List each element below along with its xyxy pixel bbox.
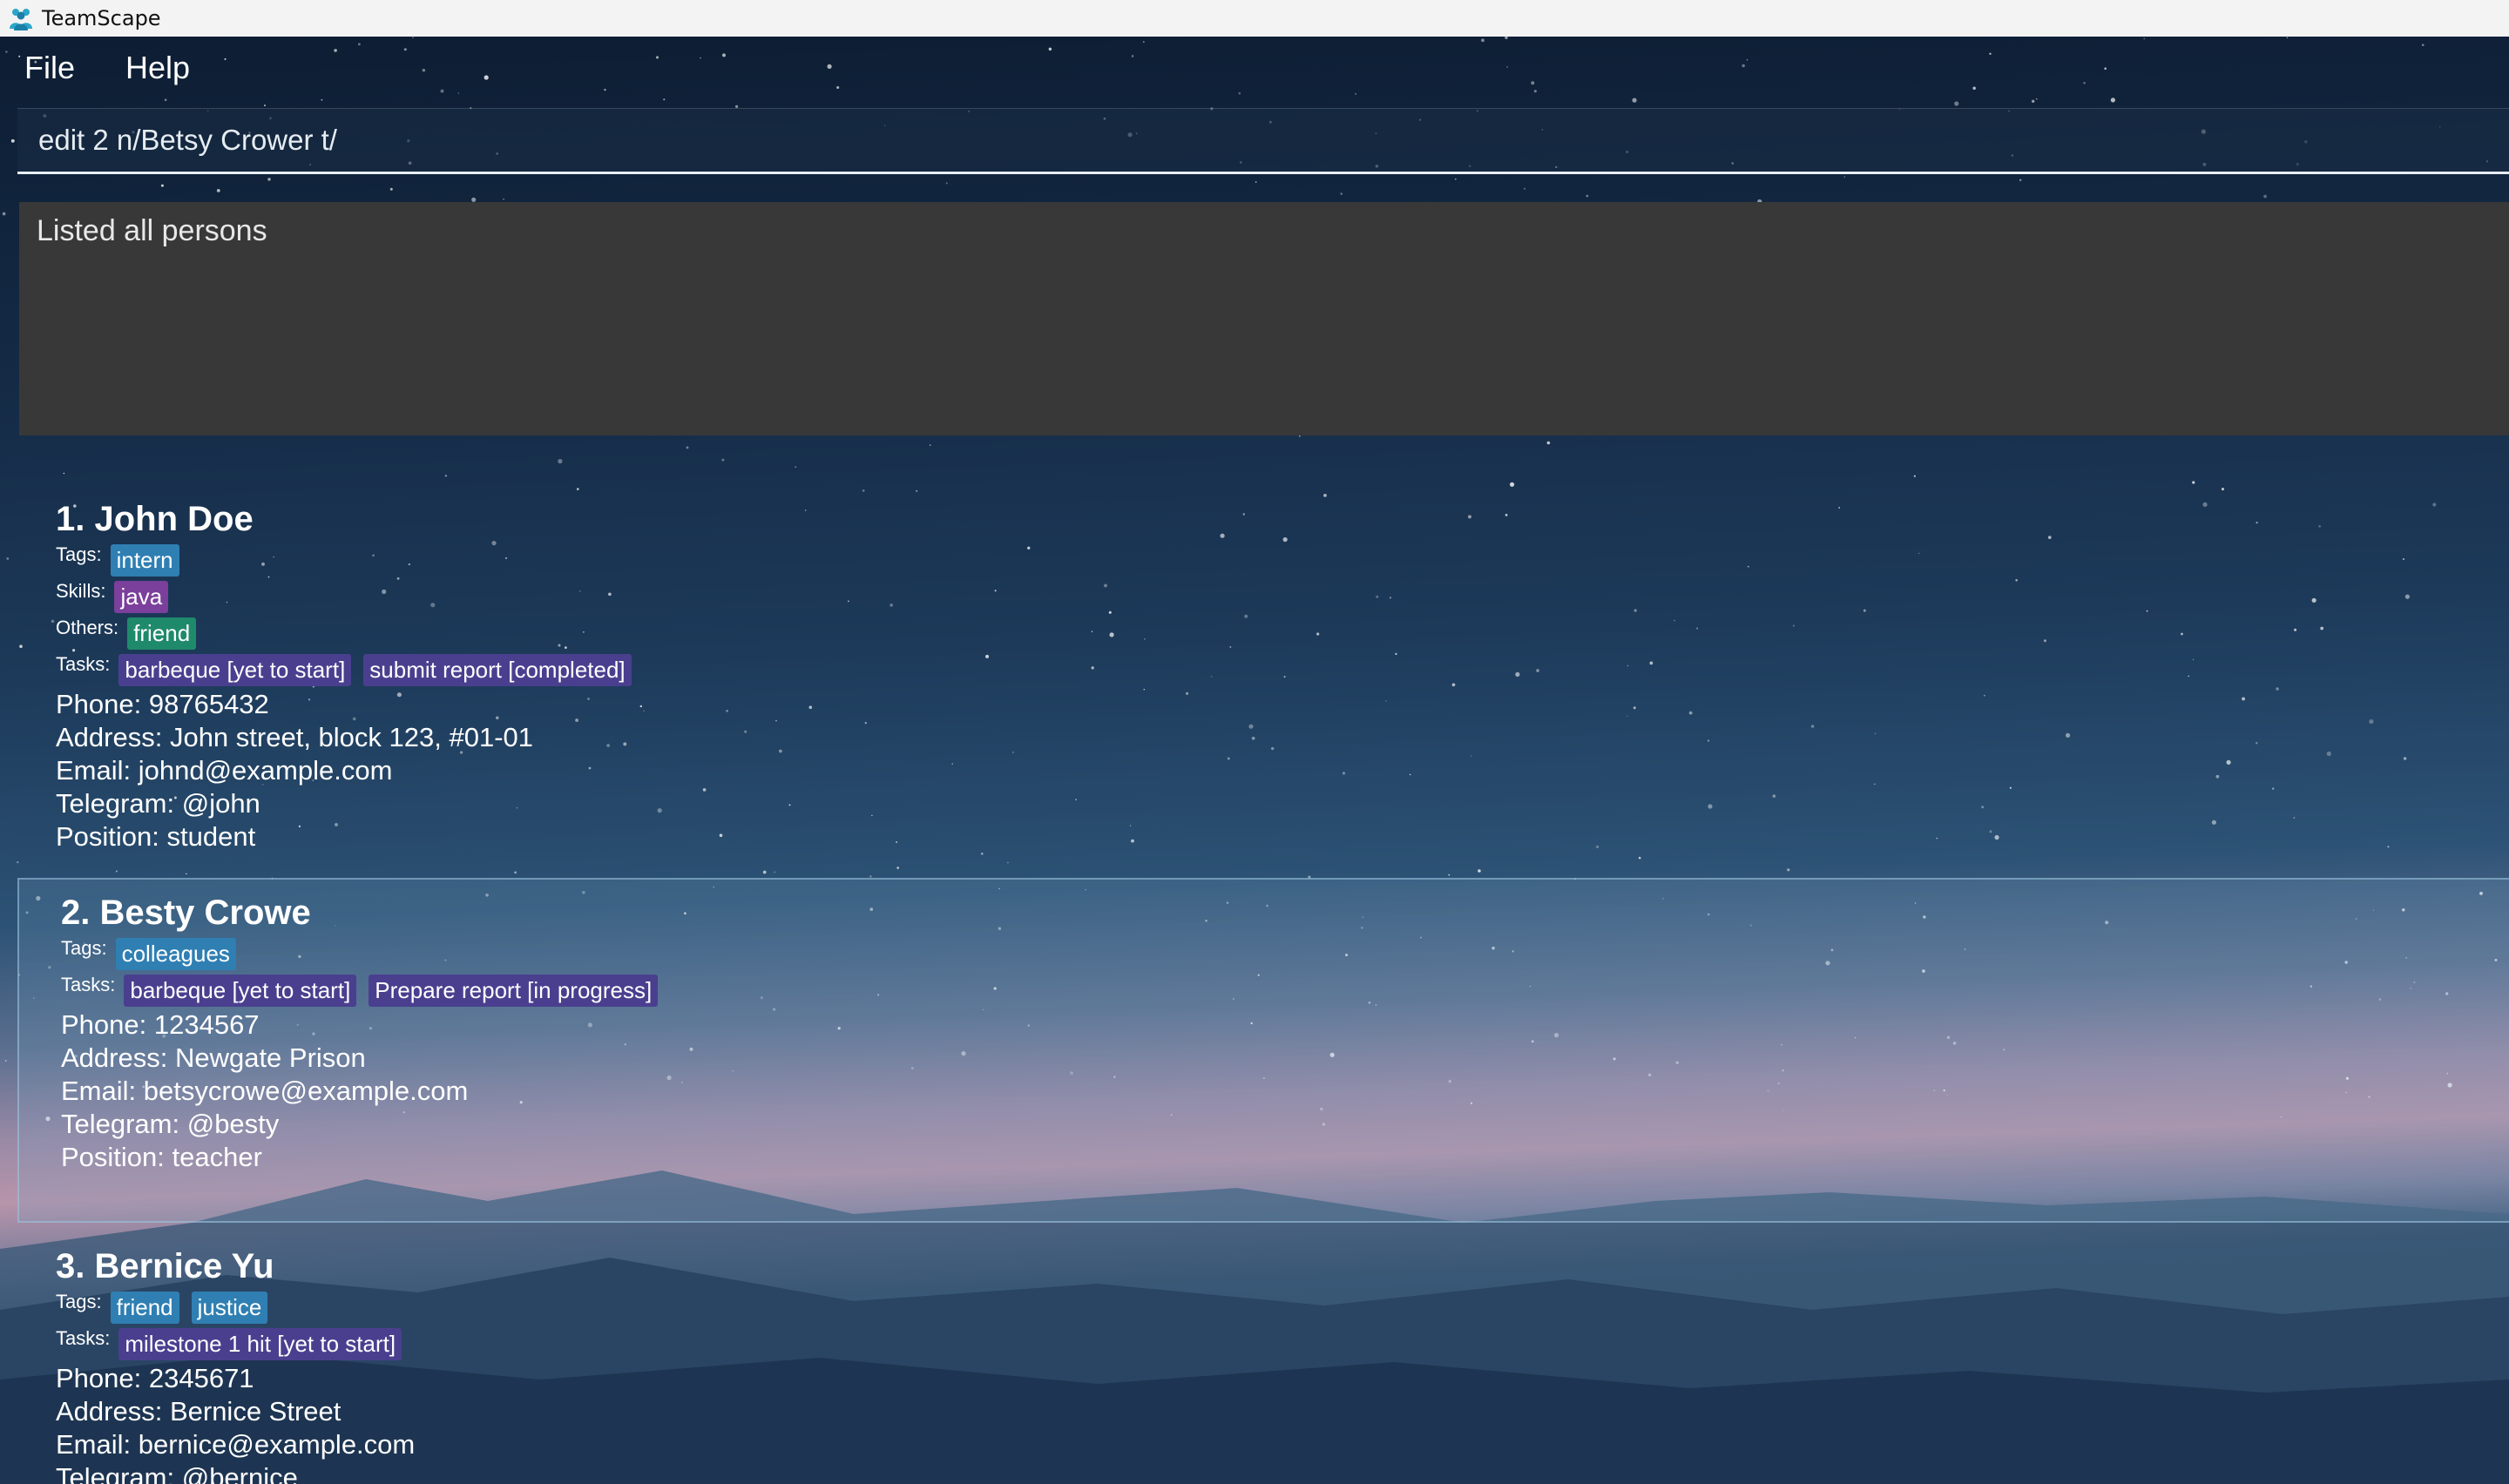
telegram-text: Telegram: @bernice: [56, 1462, 298, 1484]
tags-row: Tags: intern: [56, 542, 2509, 578]
person-name: 3. Bernice Yu: [56, 1247, 274, 1285]
skill-chip: java: [114, 580, 169, 613]
email-text: Email: bernice@example.com: [56, 1429, 416, 1460]
tag-chip: friend: [110, 1291, 179, 1324]
person-name: 2. Besty Crowe: [61, 894, 311, 932]
tag-chip: colleagues: [115, 937, 236, 970]
result-display: Listed all persons: [19, 202, 2509, 435]
tag-chip: intern: [110, 543, 179, 577]
other-chip: friend: [127, 617, 197, 650]
address-text: Address: Bernice Street: [56, 1396, 342, 1427]
telegram-text: Telegram: @besty: [61, 1109, 280, 1139]
tags-label: Tags:: [61, 937, 107, 959]
tasks-label: Tasks:: [61, 974, 116, 995]
skills-label: Skills:: [56, 580, 106, 602]
tags-row: Tags: colleagues: [61, 935, 2509, 972]
others-row: Others: friend: [56, 615, 2509, 651]
tasks-label: Tasks:: [56, 1327, 111, 1349]
others-label: Others:: [56, 617, 119, 638]
tasks-row: Tasks: barbeque [yet to start] Prepare r…: [61, 972, 2509, 1008]
person-card[interactable]: 3. Bernice Yu Tags: friend justice Tasks…: [17, 1244, 2509, 1484]
command-box: [17, 108, 2509, 174]
command-input[interactable]: [37, 123, 2509, 158]
task-chip: Prepare report [in progress]: [369, 974, 659, 1007]
address-text: Address: Newgate Prison: [61, 1042, 366, 1073]
email-text: Email: johnd@example.com: [56, 755, 393, 786]
task-chip: barbeque [yet to start]: [118, 653, 352, 686]
tasks-row: Tasks: milestone 1 hit [yet to start]: [56, 1325, 2509, 1362]
task-chip: submit report [completed]: [363, 653, 632, 686]
person-card-selected[interactable]: 2. Besty Crowe Tags: colleagues Tasks: b…: [17, 878, 2509, 1223]
tasks-row: Tasks: barbeque [yet to start] submit re…: [56, 651, 2509, 688]
team-icon: [10, 9, 32, 30]
task-chip: milestone 1 hit [yet to start]: [118, 1327, 402, 1360]
tags-label: Tags:: [56, 1291, 102, 1312]
person-name: 1. John Doe: [56, 500, 254, 538]
menu-bar: File Help: [0, 37, 232, 99]
position-text: Position: teacher: [61, 1142, 262, 1172]
phone-text: Phone: 1234567: [61, 1009, 260, 1040]
telegram-text: Telegram: @john: [56, 788, 260, 819]
phone-text: Phone: 2345671: [56, 1363, 254, 1393]
tag-chip: justice: [191, 1291, 268, 1324]
phone-text: Phone: 98765432: [56, 689, 269, 719]
person-card[interactable]: 1. John Doe Tags: intern Skills: java Ot…: [17, 496, 2509, 853]
result-message: Listed all persons: [37, 214, 267, 247]
address-text: Address: John street, block 123, #01-01: [56, 722, 533, 752]
tags-row: Tags: friend justice: [56, 1289, 2509, 1325]
email-text: Email: betsycrowe@example.com: [61, 1076, 469, 1106]
window-title-bar: TeamScape: [0, 0, 2509, 37]
person-list[interactable]: 1. John Doe Tags: intern Skills: java Ot…: [0, 470, 2509, 1484]
task-chip: barbeque [yet to start]: [124, 974, 357, 1007]
position-text: Position: student: [56, 821, 256, 852]
tags-label: Tags:: [56, 543, 102, 565]
menu-help[interactable]: Help: [117, 46, 199, 90]
skills-row: Skills: java: [56, 578, 2509, 615]
menu-file[interactable]: File: [16, 46, 84, 90]
window-title: TeamScape: [42, 6, 161, 30]
tasks-label: Tasks:: [56, 653, 111, 675]
